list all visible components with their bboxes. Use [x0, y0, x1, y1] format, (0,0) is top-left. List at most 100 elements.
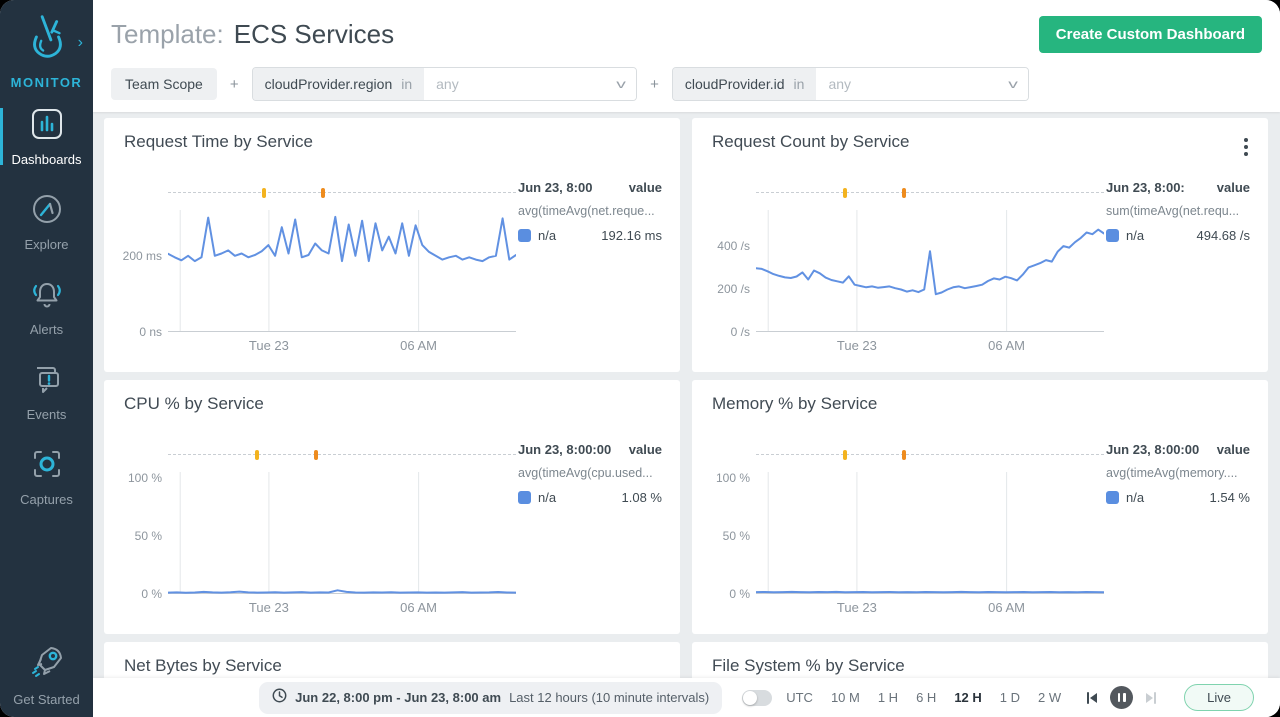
filter-value-placeholder: any — [828, 76, 851, 92]
sidebar-item-dashboards[interactable]: Dashboards — [0, 106, 93, 167]
sidebar-item-label: Events — [27, 407, 67, 422]
zoom-12h[interactable]: 12 H — [954, 690, 981, 705]
line-chart[interactable] — [756, 210, 1104, 332]
chart-legend: Jun 23, 8:00:00value avg(timeAvg(memory.… — [1106, 442, 1250, 505]
time-range-picker[interactable]: Jun 22, 8:00 pm - Jun 23, 8:00 am Last 1… — [259, 682, 722, 714]
live-button[interactable]: Live — [1184, 684, 1254, 711]
pause-button-icon[interactable] — [1110, 686, 1133, 709]
page-title: Template:ECS Services — [111, 19, 394, 50]
filter-join-plus: + — [650, 76, 659, 93]
legend-metric: avg(timeAvg(memory.... — [1106, 466, 1250, 480]
chart-title: Request Count by Service — [712, 132, 1248, 152]
x-axis: Tue 2306 AM — [168, 594, 516, 616]
create-custom-dashboard-button[interactable]: Create Custom Dashboard — [1039, 16, 1262, 53]
legend-series-row[interactable]: n/a 1.08 % — [518, 490, 662, 505]
sidebar-item-events[interactable]: Events — [0, 361, 93, 422]
y-axis: 100 %50 %0 % — [712, 472, 756, 594]
legend-metric: avg(timeAvg(net.reque... — [518, 204, 662, 218]
dashboard-grid: Request Time by Service 200 ms0 ns Tue 2… — [93, 112, 1280, 717]
sidebar-item-label: Dashboards — [11, 152, 81, 167]
chart-title: Memory % by Service — [712, 394, 1248, 414]
sidebar-expand-chevron-icon[interactable]: › — [78, 34, 83, 52]
series-name: n/a — [1126, 490, 1144, 505]
legend-time: Jun 23, 8:00 — [518, 180, 592, 195]
legend-series-row[interactable]: n/a 192.16 ms — [518, 228, 662, 243]
series-swatch — [518, 229, 531, 242]
event-timeline[interactable] — [756, 186, 1104, 200]
chart-legend: Jun 23, 8:00:00value avg(timeAvg(cpu.use… — [518, 442, 662, 505]
zoom-1d[interactable]: 1 D — [1000, 690, 1020, 705]
filter-bar: Team Scope + cloudProvider.region in any… — [93, 53, 1280, 101]
clock-icon — [272, 688, 287, 708]
zoom-presets: 10 M 1 H 6 H 12 H 1 D 2 W — [831, 690, 1061, 705]
monitor-logo[interactable]: › MONITOR — [0, 0, 93, 90]
filter-cloudprovider-region[interactable]: cloudProvider.region in any v — [252, 67, 638, 101]
chart-legend: Jun 23, 8:00:value sum(timeAvg(net.requ.… — [1106, 180, 1250, 243]
rocket-icon — [27, 642, 67, 687]
sidebar-item-label: Explore — [24, 237, 68, 252]
y-axis: 400 /s200 /s0 /s — [712, 210, 756, 332]
dashboards-icon — [29, 106, 65, 147]
events-bubbles-icon — [29, 361, 65, 402]
time-range-detail: Last 12 hours (10 minute intervals) — [509, 690, 709, 705]
series-name: n/a — [1126, 228, 1144, 243]
filter-cloudprovider-id[interactable]: cloudProvider.id in any v — [672, 67, 1030, 101]
filter-operator: in — [401, 76, 412, 92]
zoom-6h[interactable]: 6 H — [916, 690, 936, 705]
time-navigation-bar: Jun 22, 8:00 pm - Jun 23, 8:00 am Last 1… — [93, 678, 1280, 717]
title-main: ECS Services — [234, 19, 394, 49]
series-value: 192.16 ms — [601, 228, 662, 243]
step-back-icon[interactable] — [1085, 691, 1099, 705]
filter-field: cloudProvider.id — [685, 76, 785, 92]
sidebar-item-captures[interactable]: Captures — [0, 446, 93, 507]
filter-value-placeholder: any — [436, 76, 459, 92]
chevron-down-icon: v — [616, 77, 626, 91]
filter-field: cloudProvider.region — [265, 76, 393, 92]
event-timeline[interactable] — [756, 448, 1104, 462]
event-timeline[interactable] — [168, 448, 516, 462]
legend-series-row[interactable]: n/a 494.68 /s — [1106, 228, 1250, 243]
filter-value-select[interactable]: any v — [816, 68, 1028, 100]
line-chart[interactable] — [168, 472, 516, 594]
monitor-logo-text: MONITOR — [11, 75, 83, 90]
series-value: 1.08 % — [622, 490, 662, 505]
series-value: 494.68 /s — [1197, 228, 1251, 243]
time-range-text: Jun 22, 8:00 pm - Jun 23, 8:00 am — [295, 690, 501, 705]
series-name: n/a — [538, 228, 556, 243]
zoom-2w[interactable]: 2 W — [1038, 690, 1061, 705]
x-axis: Tue 2306 AM — [168, 332, 516, 354]
line-chart[interactable] — [756, 472, 1104, 594]
y-axis: 100 %50 %0 % — [124, 472, 168, 594]
playback-controls — [1085, 686, 1158, 709]
legend-metric: avg(timeAvg(cpu.used... — [518, 466, 662, 480]
step-forward-icon[interactable] — [1144, 691, 1158, 705]
team-scope-chip[interactable]: Team Scope — [111, 68, 217, 100]
kebab-menu-icon[interactable] — [1240, 134, 1252, 160]
chart-panel-request-time: Request Time by Service 200 ms0 ns Tue 2… — [104, 118, 680, 372]
zoom-1h[interactable]: 1 H — [878, 690, 898, 705]
app-window: › MONITOR Dashboards — [0, 0, 1280, 717]
filter-value-select[interactable]: any v — [424, 68, 636, 100]
chart-panel-memory: Memory % by Service 100 %50 %0 % Tue 230… — [692, 380, 1268, 634]
sidebar-item-get-started[interactable]: Get Started — [0, 642, 93, 707]
line-chart[interactable] — [168, 210, 516, 332]
legend-value-header: value — [629, 180, 662, 195]
sidebar-item-label: Get Started — [13, 692, 79, 707]
sidebar-item-label: Captures — [20, 492, 73, 507]
filter-join-plus: + — [230, 76, 239, 93]
zoom-10m[interactable]: 10 M — [831, 690, 860, 705]
utc-toggle[interactable] — [742, 690, 772, 706]
legend-series-row[interactable]: n/a 1.54 % — [1106, 490, 1250, 505]
legend-time: Jun 23, 8:00:00 — [518, 442, 611, 457]
chart-title: File System % by Service — [712, 656, 1248, 676]
sidebar-item-alerts[interactable]: Alerts — [0, 276, 93, 337]
event-timeline[interactable] — [168, 186, 516, 200]
series-name: n/a — [538, 490, 556, 505]
x-axis: Tue 2306 AM — [756, 594, 1104, 616]
legend-metric: sum(timeAvg(net.requ... — [1106, 204, 1250, 218]
chart-legend: Jun 23, 8:00 value avg(timeAvg(net.reque.… — [518, 180, 662, 243]
chart-panel-cpu: CPU % by Service 100 %50 %0 % Tue 2306 A… — [104, 380, 680, 634]
sidebar-item-explore[interactable]: Explore — [0, 191, 93, 252]
alerts-bell-icon — [29, 276, 65, 317]
series-swatch — [518, 491, 531, 504]
